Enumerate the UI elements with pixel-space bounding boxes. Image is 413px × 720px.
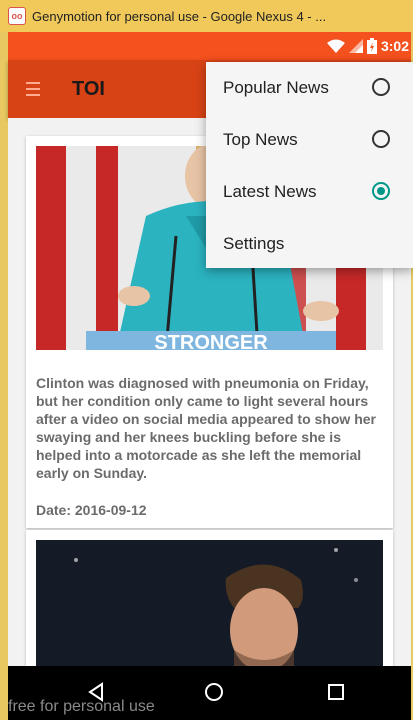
radio-checked-icon[interactable]	[372, 182, 390, 200]
home-icon[interactable]	[204, 682, 224, 702]
news-text: Clinton was diagnosed with pneumonia on …	[36, 375, 376, 481]
menu-item-label: Popular News	[223, 78, 329, 97]
menu-item-top-news[interactable]: Top News	[206, 114, 413, 166]
watermark-text: free for personal use	[8, 698, 155, 715]
battery-icon	[366, 38, 377, 54]
status-bar: 3:02	[8, 32, 411, 60]
menu-item-latest-news[interactable]: Latest News	[206, 166, 413, 218]
radio-unchecked-icon[interactable]	[372, 78, 390, 96]
recents-icon[interactable]	[326, 682, 346, 702]
hamburger-icon[interactable]	[26, 82, 40, 96]
menu-item-label: Top News	[223, 130, 298, 149]
wifi-icon	[326, 39, 345, 53]
window-border-left	[0, 0, 8, 720]
podium-sign-text: STRONGER	[154, 332, 268, 350]
genymotion-logo-icon: oo	[8, 7, 26, 25]
signal-icon	[348, 39, 363, 53]
tennis-player-photo	[36, 540, 383, 666]
menu-item-popular-news[interactable]: Popular News	[206, 62, 413, 114]
menu-item-settings[interactable]: Settings	[206, 218, 413, 270]
overflow-menu: Popular News Top News Latest News Settin…	[206, 62, 413, 268]
app-title: TOI	[72, 78, 105, 100]
menu-item-label: Settings	[223, 234, 285, 253]
news-card[interactable]	[26, 530, 393, 666]
news-date: Date: 2016-09-12	[36, 502, 147, 518]
menu-item-label: Latest News	[223, 182, 317, 201]
radio-unchecked-icon[interactable]	[372, 130, 390, 148]
window-title: Genymotion for personal use - Google Nex…	[32, 8, 327, 24]
window-titlebar[interactable]: oo Genymotion for personal use - Google …	[0, 0, 413, 32]
status-time: 3:02	[380, 38, 409, 54]
